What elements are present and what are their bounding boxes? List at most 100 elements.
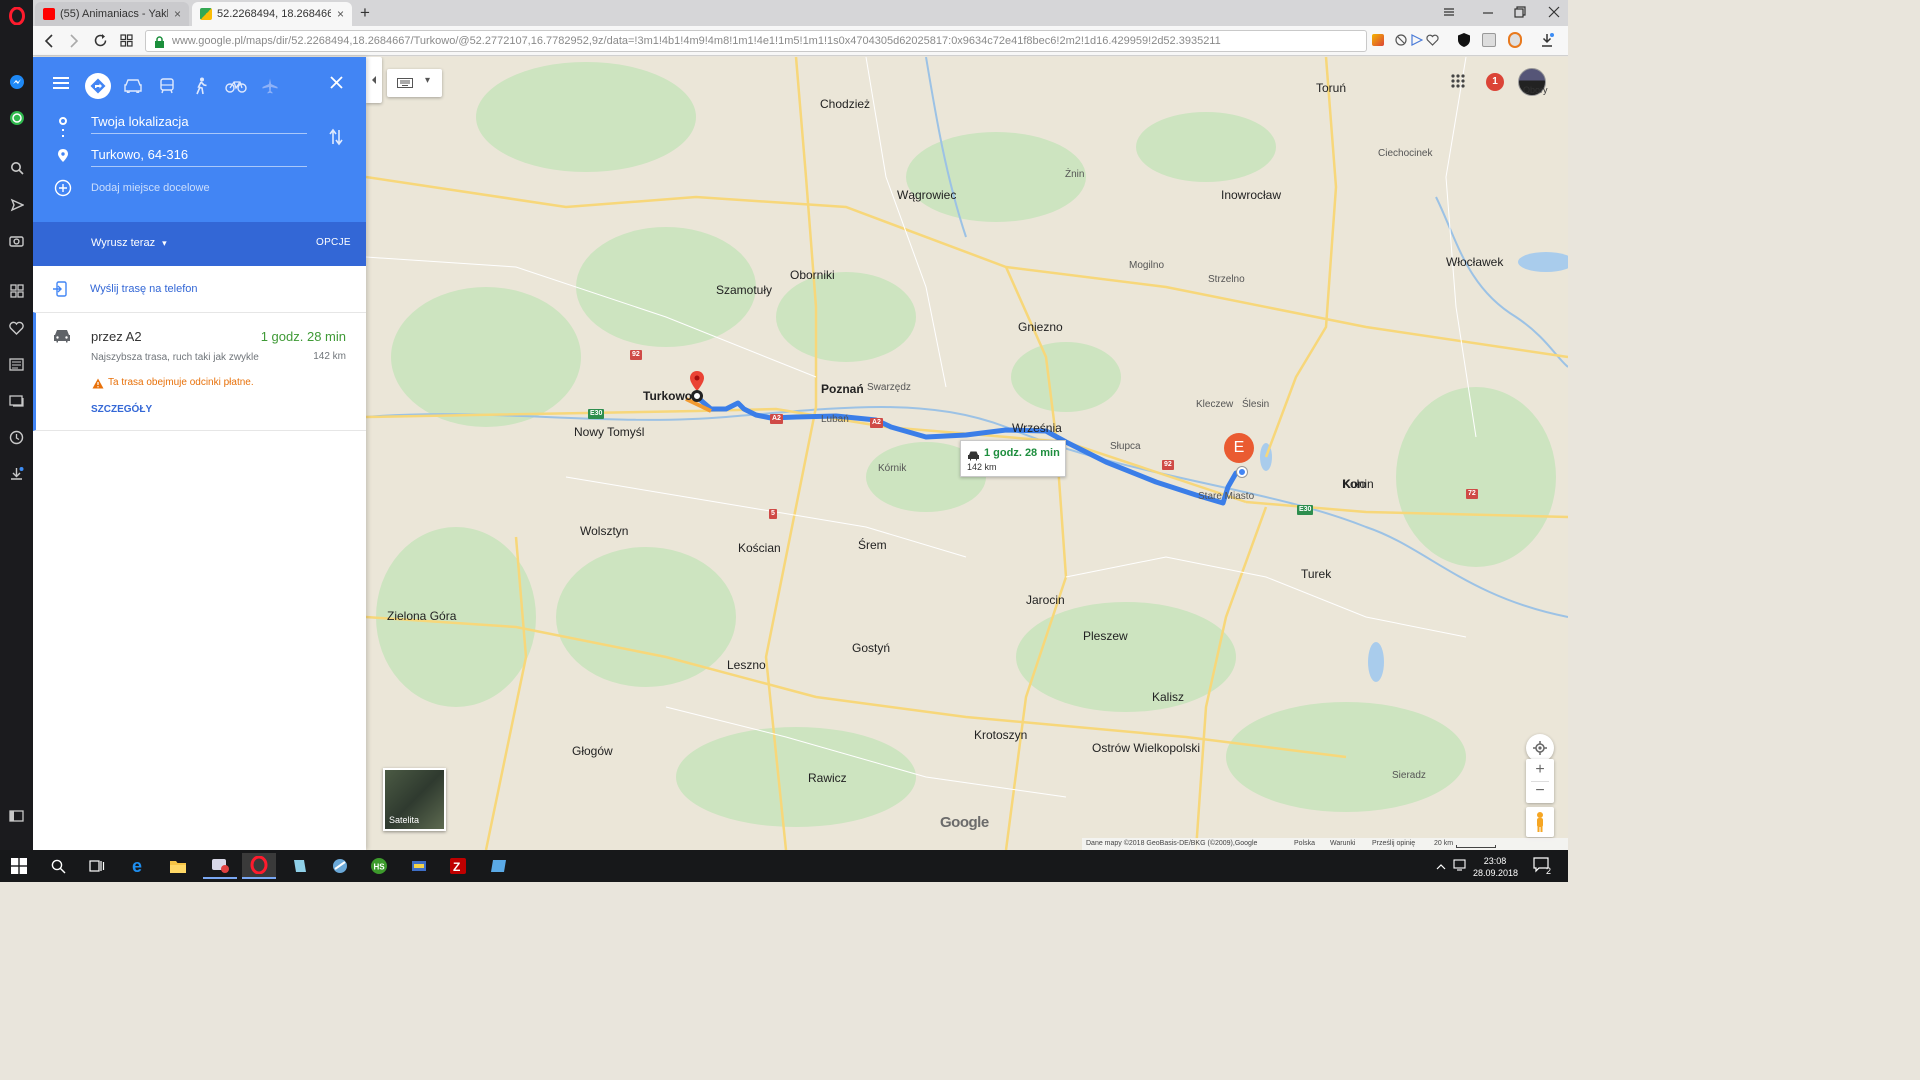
taskbar-network-app-icon[interactable] [402,853,436,879]
adblock-icon[interactable] [1395,34,1407,49]
file-explorer-icon[interactable] [161,853,195,879]
tray-chevron-up-icon[interactable] [1436,860,1446,874]
vpn-icon[interactable] [1457,32,1471,51]
windows-start-icon[interactable] [2,853,36,879]
map-terms-link[interactable]: Warunki [1330,838,1355,850]
notifications-badge[interactable]: 1 [1486,73,1504,91]
input-tools-button[interactable]: ▾ [387,69,442,97]
taskbar-opera-icon[interactable] [242,853,276,879]
network-icon[interactable] [1453,859,1469,874]
collapse-panel-button[interactable] [366,57,382,103]
pegman-button[interactable] [1526,807,1554,837]
extension-icon[interactable] [1372,34,1384,46]
place-label: Śrem [858,538,887,552]
whatsapp-icon[interactable] [7,108,26,127]
downloads-icon[interactable] [7,464,26,483]
speed-dial-grid-icon[interactable] [120,34,133,50]
tab-menu-icon[interactable] [1442,5,1456,19]
map-feedback-link[interactable]: Prześlij opinię [1372,838,1415,850]
search-icon[interactable] [7,158,26,177]
url-domain: www.google.pl [172,35,243,47]
place-label: Leszno [727,658,766,672]
mode-flight[interactable] [257,73,283,99]
forward-icon[interactable] [68,34,80,51]
map-country[interactable]: Polska [1294,838,1315,850]
bookmarks-heart-icon[interactable] [7,318,26,337]
mode-bicycle[interactable] [222,73,250,99]
new-tab-button[interactable]: + [355,3,375,23]
menu-icon[interactable] [53,77,69,92]
taskbar-app-icon[interactable] [323,853,357,879]
google-apps-icon[interactable] [1451,74,1465,91]
taskbar-clock[interactable]: 23:08 28.09.2018 [1473,855,1518,879]
add-destination-field[interactable]: Dodaj miejsce docelowe [91,182,210,194]
tab-title: 52.2268494, 18.2684667 do [217,8,331,20]
url-field[interactable]: www.google.pl/maps/dir/52.2268494,18.268… [145,30,1367,52]
mode-transit[interactable] [154,73,180,99]
tab-bar: (55) Animaniacs - Yakko's W × 52.2268494… [33,0,1568,26]
taskbar-search-icon[interactable] [41,853,75,879]
mode-car[interactable] [120,73,146,99]
depart-now-dropdown[interactable]: Wyrusz teraz ▾ [91,237,167,249]
taskbar-notepad-icon[interactable] [283,853,317,879]
taskbar-app-window-icon[interactable] [482,853,516,879]
download-arrow-icon[interactable] [1540,32,1554,51]
swap-directions-icon[interactable] [329,128,343,149]
task-view-icon[interactable] [80,853,114,879]
place-label: Żnin [1065,169,1085,180]
mode-walking[interactable] [188,73,214,99]
depart-options-bar: Wyrusz teraz ▾ OPCJE [33,222,366,266]
start-location-marker[interactable]: E [1224,433,1254,463]
opera-menu-icon[interactable] [7,6,26,25]
sidebar-toggle-icon[interactable] [7,806,26,825]
zoom-out-button[interactable]: − [1526,781,1554,803]
close-window-icon[interactable] [1547,5,1561,19]
route-callout[interactable]: 1 godz. 28 min 142 km [960,440,1066,477]
history-clock-icon[interactable] [7,428,26,447]
close-tab-icon[interactable]: × [331,7,344,21]
road-shield-a2: A2 [770,414,783,424]
battery-saver-icon[interactable] [1508,32,1522,48]
close-tab-icon[interactable]: × [168,7,181,21]
tabs-icon[interactable] [7,391,26,410]
place-label: Pleszew [1083,629,1128,643]
send-icon[interactable] [1411,34,1424,49]
chevron-down-icon: ▾ [162,238,167,248]
place-label: Turek [1301,567,1332,581]
back-icon[interactable] [43,34,55,51]
edge-icon[interactable]: e [122,853,156,879]
satellite-toggle[interactable]: Satelita [383,768,446,831]
zoom-in-button[interactable]: + [1526,759,1554,781]
route-option-card[interactable]: przez A2 1 godz. 28 min Najszybsza trasa… [33,312,366,431]
news-icon[interactable] [7,355,26,374]
flow-send-icon[interactable] [7,195,26,214]
messenger-icon[interactable] [7,72,26,91]
close-directions-icon[interactable] [330,76,343,92]
destination-input[interactable]: Turkowo, 64-316 [91,145,307,167]
my-location-button[interactable] [1526,734,1554,762]
speed-dial-icon[interactable] [7,281,26,300]
origin-input[interactable]: Twoja lokalizacja [91,112,307,134]
route-details-button[interactable]: SZCZEGÓŁY [91,404,152,415]
taskbar-app-mail[interactable] [203,853,237,879]
minimize-icon[interactable] [1481,5,1495,19]
tab-google-maps[interactable]: 52.2268494, 18.2684667 do × [192,2,352,26]
place-label: Toruń [1316,81,1347,95]
taskbar-hs-icon[interactable]: HS [362,853,396,879]
map-canvas[interactable]: Turkowo Poznań Września Gniezno Inowrocł… [366,57,1568,850]
options-button[interactable]: OPCJE [316,237,351,248]
reload-icon[interactable] [93,33,108,51]
directions-panel: Twoja lokalizacja Turkowo, 64-316 Dodaj … [33,57,366,850]
extension-box-icon[interactable] [1482,33,1496,47]
restore-icon[interactable] [1513,5,1527,19]
bookmark-heart-icon[interactable] [1426,34,1439,49]
google-maps-icon [200,8,212,20]
mode-best-route[interactable] [85,73,111,99]
send-to-phone-row[interactable]: Wyślij trasę na telefon [33,266,366,312]
place-label: Koło [1342,477,1367,491]
place-label: Krotoszyn [974,728,1028,742]
snapshot-camera-icon[interactable] [7,231,26,250]
add-destination-icon[interactable] [54,179,72,200]
tab-youtube[interactable]: (55) Animaniacs - Yakko's W × [35,2,189,26]
filezilla-icon[interactable]: Z [441,853,475,879]
